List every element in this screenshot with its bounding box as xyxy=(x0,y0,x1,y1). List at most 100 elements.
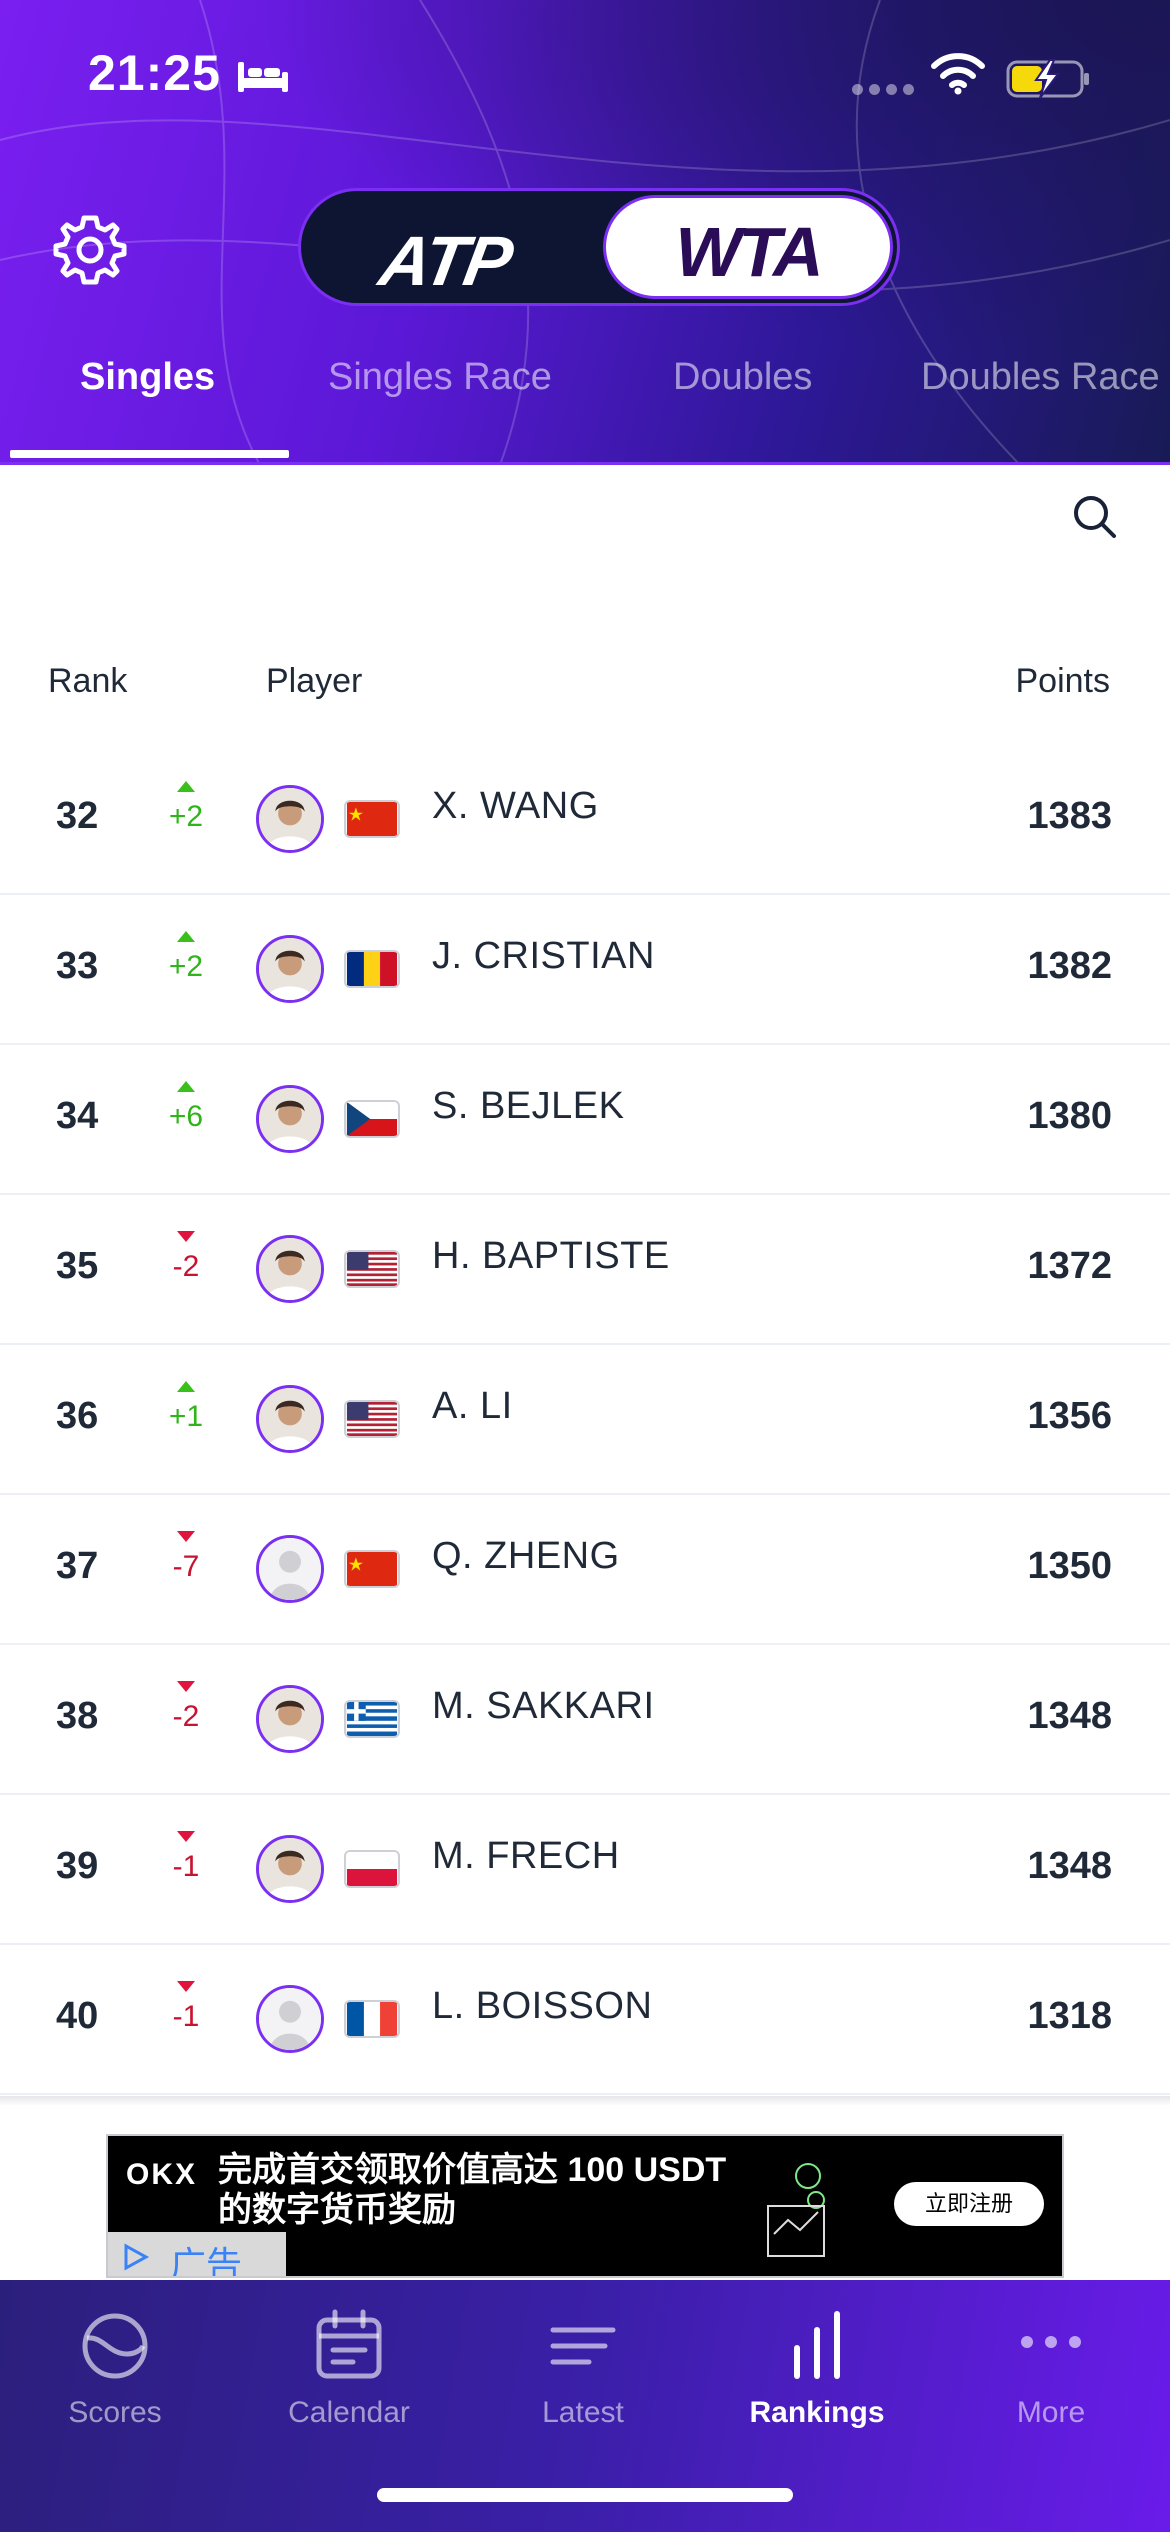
bar-chart-icon xyxy=(794,2311,840,2379)
more-dots-icon xyxy=(1021,2336,1081,2348)
country-flag-icon xyxy=(344,1400,400,1438)
player-avatar xyxy=(256,1535,324,1603)
battery-charging-icon xyxy=(1006,59,1089,99)
settings-gear-icon[interactable] xyxy=(50,210,130,290)
player-name: L. BOISSON xyxy=(432,1985,653,2027)
rank-change: +2 xyxy=(168,800,204,833)
rank-change: -2 xyxy=(172,1250,200,1283)
player-name: H. BAPTISTE xyxy=(432,1235,670,1277)
triangle-down-icon xyxy=(177,1681,195,1692)
ranking-row[interactable]: 32 +2 X. WANG 1383 xyxy=(0,745,1170,895)
player-rank: 36 xyxy=(56,1395,99,1437)
nav-more-label: More xyxy=(1016,2396,1086,2429)
ranking-row[interactable]: 38 -2 M. SAKKARI 1348 xyxy=(0,1645,1170,1795)
player-rank: 37 xyxy=(56,1545,99,1587)
player-name: X. WANG xyxy=(432,785,599,827)
nav-rankings-label: Rankings xyxy=(749,2396,885,2429)
rank-movement: -7 xyxy=(168,1531,204,1584)
rank-change: +6 xyxy=(168,1100,204,1133)
player-points: 1350 xyxy=(1027,1545,1112,1587)
ad-headline-line-2: 的数字货币奖励 xyxy=(218,2191,456,2229)
country-flag-icon xyxy=(344,1250,400,1288)
player-avatar xyxy=(256,1085,324,1153)
triangle-down-icon xyxy=(177,1231,195,1242)
status-bar: 21:25 xyxy=(0,0,1170,150)
wta-logo-label: WTA xyxy=(675,213,823,291)
list-end-shadow xyxy=(0,2096,1170,2106)
nav-calendar[interactable]: Calendar xyxy=(249,2306,449,2430)
player-points: 1380 xyxy=(1027,1095,1112,1137)
rankings-list: 32 +2 X. WANG 1383 33 +2 J. CRISTIAN 1382 34 +6 S.… xyxy=(0,745,1170,2095)
triangle-up-icon xyxy=(177,1081,195,1092)
player-avatar xyxy=(256,1385,324,1453)
nav-scores-label: Scores xyxy=(68,2396,162,2429)
player-name: M. FRECH xyxy=(432,1835,620,1877)
rank-movement: +6 xyxy=(168,1081,204,1134)
ranking-row[interactable]: 35 -2 H. BAPTISTE 1372 xyxy=(0,1195,1170,1345)
ad-illustration xyxy=(767,2163,825,2257)
cellular-signal-icon xyxy=(852,84,914,95)
ranking-row[interactable]: 37 -7 Q. ZHENG 1350 xyxy=(0,1495,1170,1645)
nav-rankings[interactable]: Rankings xyxy=(717,2306,917,2430)
atp-logo-label: ATP xyxy=(374,222,517,300)
country-flag-icon xyxy=(344,1850,400,1888)
player-avatar xyxy=(256,1235,324,1303)
triangle-down-icon xyxy=(177,1831,195,1842)
player-avatar xyxy=(256,935,324,1003)
ad-label-text: 广告 xyxy=(170,2244,243,2278)
rank-change: +2 xyxy=(168,950,204,983)
sleep-bed-icon xyxy=(238,62,288,92)
nav-scores[interactable]: Scores xyxy=(15,2306,215,2430)
player-rank: 33 xyxy=(56,945,99,987)
nav-latest[interactable]: Latest xyxy=(483,2306,683,2430)
home-indicator[interactable] xyxy=(377,2488,793,2502)
player-points: 1372 xyxy=(1027,1245,1112,1287)
ad-logo: OKX xyxy=(126,2158,198,2191)
nav-more[interactable]: More xyxy=(951,2306,1151,2430)
search-icon[interactable] xyxy=(1068,490,1122,544)
rank-movement: +1 xyxy=(168,1381,204,1434)
ranking-row[interactable]: 33 +2 J. CRISTIAN 1382 xyxy=(0,895,1170,1045)
column-header-player: Player xyxy=(266,662,363,700)
ranking-row[interactable]: 34 +6 S. BEJLEK 1380 xyxy=(0,1045,1170,1195)
triangle-up-icon xyxy=(177,781,195,792)
news-lines-icon xyxy=(550,2327,616,2365)
tennis-ball-icon xyxy=(82,2313,148,2379)
player-name: S. BEJLEK xyxy=(432,1085,625,1127)
ad-headline-line-1: 完成首交领取价值高达 100 USDT xyxy=(218,2151,727,2189)
country-flag-icon xyxy=(344,800,400,838)
ranking-row[interactable]: 36 +1 A. LI 1356 xyxy=(0,1345,1170,1495)
wifi-icon xyxy=(931,53,985,95)
player-points: 1356 xyxy=(1027,1395,1112,1437)
player-rank: 39 xyxy=(56,1845,99,1887)
tab-singles[interactable]: Singles xyxy=(80,356,215,399)
ad-register-button[interactable]: 立即注册 xyxy=(894,2182,1044,2226)
country-flag-icon xyxy=(344,950,400,988)
advertisement-banner[interactable]: OKX 完成首交领取价值高达 100 USDT 的数字货币奖励 立即注册 广告 xyxy=(106,2134,1064,2278)
tab-doubles[interactable]: Doubles xyxy=(673,356,812,399)
header-divider xyxy=(0,462,1170,465)
nav-latest-label: Latest xyxy=(542,2396,624,2429)
player-avatar xyxy=(256,1985,324,2053)
player-rank: 34 xyxy=(56,1095,99,1137)
nav-calendar-label: Calendar xyxy=(288,2396,410,2429)
rank-movement: -2 xyxy=(168,1681,204,1734)
player-name: Q. ZHENG xyxy=(432,1535,620,1577)
tab-singles-race[interactable]: Singles Race xyxy=(328,356,552,399)
status-time: 21:25 xyxy=(88,45,221,101)
tab-doubles-race[interactable]: Doubles Race xyxy=(921,356,1160,399)
player-rank: 38 xyxy=(56,1695,99,1737)
rank-change: -7 xyxy=(172,1550,200,1583)
ranking-row[interactable]: 39 -1 M. FRECH 1348 xyxy=(0,1795,1170,1945)
app-header: 21:25 ATP WTA Singles Singles Race Doubl… xyxy=(0,0,1170,465)
play-icon xyxy=(124,2243,150,2271)
rank-change: -1 xyxy=(172,1850,200,1883)
ranking-row[interactable]: 40 -1 L. BOISSON 1318 xyxy=(0,1945,1170,2095)
player-points: 1318 xyxy=(1027,1995,1112,2037)
rank-movement: -1 xyxy=(168,1831,204,1884)
ad-headline: 完成首交领取价值高达 100 USDT 的数字货币奖励 xyxy=(218,2150,726,2230)
country-flag-icon xyxy=(344,1700,400,1738)
player-name: M. SAKKARI xyxy=(432,1685,655,1727)
wta-toggle-button[interactable]: WTA xyxy=(603,195,893,299)
rank-change: -1 xyxy=(172,2000,200,2033)
